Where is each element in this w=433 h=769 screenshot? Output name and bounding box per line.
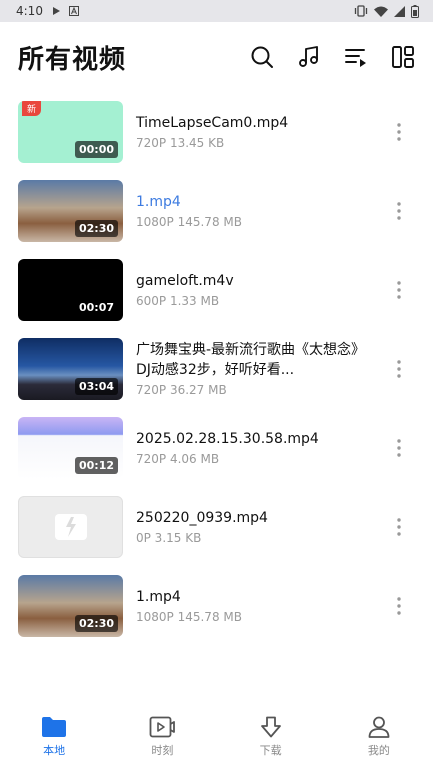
video-title: 1.mp4 [136,589,181,605]
more-options-button[interactable] [391,594,407,618]
more-options-button[interactable] [391,278,407,302]
video-thumbnail: 00:07 [18,258,123,321]
person-icon [368,716,390,738]
status-time: 4:10 [16,4,43,18]
more-vertical-icon [397,359,401,378]
video-title: 1.mp4 [136,194,181,210]
video-title: 广场舞宝典-最新流行歌曲《太想念》DJ动感32步，好听好看... [136,342,359,378]
video-item[interactable]: 新 00:00 TimeLapseCam0.mp4 720P 13.45 KB [0,92,433,171]
search-icon [251,46,273,68]
playlist-button[interactable] [344,45,368,69]
video-thumbnail [18,495,123,558]
tab-label: 时刻 [151,744,174,757]
duration-label: 02:30 [74,614,118,632]
more-options-button[interactable] [391,515,407,539]
more-options-button[interactable] [391,199,407,223]
duration-label: 00:00 [74,140,118,158]
video-meta: 1080P 145.78 MB [136,610,242,624]
video-clip-icon [149,716,176,738]
tab-label: 本地 [43,744,66,757]
more-options-button[interactable] [391,436,407,460]
video-thumbnail: 02:30 [18,179,123,242]
download-icon [260,716,281,738]
video-meta: 720P 13.45 KB [136,136,225,150]
video-thumbnail: 02:30 [18,574,123,637]
video-meta: 600P 1.33 MB [136,294,220,308]
status-bar: 4:10 [0,0,433,22]
music-icon [299,46,318,67]
tab-download[interactable]: 下载 [217,705,325,769]
broken-video-icon [55,513,87,540]
video-item[interactable]: 02:30 1.mp4 1080P 145.78 MB [0,566,433,645]
tab-local[interactable]: 本地 [0,705,108,769]
tab-label: 我的 [367,744,390,757]
folder-icon [42,717,67,737]
tab-mine[interactable]: 我的 [325,705,433,769]
tab-label: 下载 [259,744,282,757]
playlist-icon [345,49,366,67]
duration-label: 00:12 [74,456,118,474]
duration-label: 03:04 [74,377,118,395]
video-item[interactable]: 00:07 gameloft.m4v 600P 1.33 MB [0,250,433,329]
wifi-icon [374,6,388,17]
header: 所有视频 [0,22,433,92]
video-title: TimeLapseCam0.mp4 [136,115,289,131]
video-title: 2025.02.28.15.30.58.mp4 [136,431,319,447]
font-notification-icon [68,6,79,16]
page-title: 所有视频 [18,44,127,75]
grid-layout-icon [392,46,414,68]
more-vertical-icon [397,201,401,220]
duration-label: 02:30 [74,219,118,237]
video-meta: 0P 3.15 KB [136,531,202,545]
video-meta: 720P 36.27 MB [136,383,227,397]
video-item[interactable]: 03:04 广场舞宝典-最新流行歌曲《太想念》DJ动感32步，好听好看... 7… [0,329,433,408]
more-vertical-icon [397,517,401,536]
duration-label: 00:07 [74,298,118,316]
video-meta: 1080P 145.78 MB [136,215,242,229]
video-item[interactable]: 250220_0939.mp4 0P 3.15 KB [0,487,433,566]
video-list: 新 00:00 TimeLapseCam0.mp4 720P 13.45 KB … [0,92,433,645]
bottom-tab-bar: 本地 时刻 下载 我的 [0,705,433,769]
music-button[interactable] [297,45,321,69]
tab-moments[interactable]: 时刻 [108,705,216,769]
video-item[interactable]: 02:30 1.mp4 1080P 145.78 MB [0,171,433,250]
vibrate-icon [354,5,368,17]
search-button[interactable] [250,45,274,69]
more-vertical-icon [397,596,401,615]
more-vertical-icon [397,438,401,457]
layout-toggle-button[interactable] [391,45,415,69]
play-notification-icon [52,7,60,15]
video-title: 250220_0939.mp4 [136,510,268,526]
new-badge: 新 [22,100,42,116]
more-options-button[interactable] [391,357,407,381]
video-meta: 720P 4.06 MB [136,452,220,466]
more-options-button[interactable] [391,120,407,144]
more-vertical-icon [397,280,401,299]
video-thumbnail: 新 00:00 [18,100,123,163]
more-vertical-icon [397,122,401,141]
video-thumbnail: 00:12 [18,416,123,479]
battery-icon [411,4,419,18]
video-thumbnail: 03:04 [18,337,123,400]
video-item[interactable]: 00:12 2025.02.28.15.30.58.mp4 720P 4.06 … [0,408,433,487]
video-title: gameloft.m4v [136,273,234,289]
signal-icon [394,5,405,17]
